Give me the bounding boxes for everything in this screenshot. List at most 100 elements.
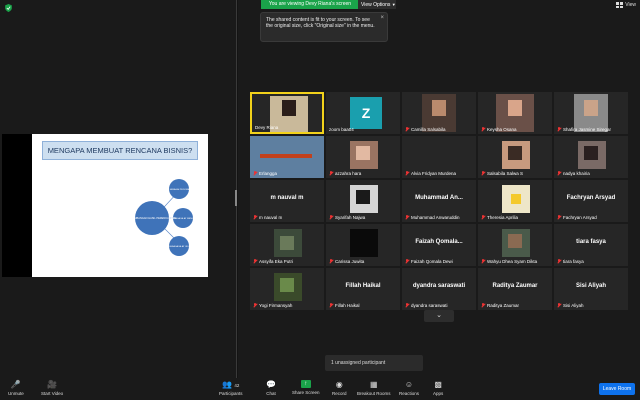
participant-tile[interactable]: Sisi Aliyah Sisi Aliyah xyxy=(554,268,628,310)
participant-avatar: Z xyxy=(350,97,382,129)
participant-gallery: Devy Riana Zzoom baa04 Camilla Salsabila Ke… xyxy=(250,92,628,310)
participant-tile[interactable]: Camilla Salsabila xyxy=(402,92,476,134)
participant-name: Muhammad Anwaruddin xyxy=(411,215,460,220)
participant-video xyxy=(356,146,370,160)
participant-display-name: Raditya Zaumar xyxy=(492,283,538,289)
participant-tile[interactable]: Fillah Haikal Fillah Haikal xyxy=(326,268,400,310)
participant-video xyxy=(432,100,446,116)
record-button[interactable]: ◉ Record xyxy=(332,380,347,396)
view-button[interactable]: View xyxy=(616,2,636,8)
participant-tile[interactable]: Devy Riana xyxy=(250,92,324,134)
unassigned-participant-notice[interactable]: 1 unassigned participant xyxy=(325,355,423,371)
participant-tile[interactable]: Keysha Osana xyxy=(478,92,552,134)
participant-tile[interactable]: Zzoom baa04 xyxy=(326,92,400,134)
chat-icon: 💬 xyxy=(266,380,276,389)
participant-name-tag: Erlangga xyxy=(253,171,277,176)
participant-tile[interactable]: Yogi Firmansyah xyxy=(250,268,324,310)
mic-off-icon xyxy=(557,171,561,176)
participants-count: 42 xyxy=(234,383,240,388)
participant-video xyxy=(511,194,521,204)
participants-button[interactable]: 👥 42 Participants xyxy=(219,380,243,396)
participant-tile[interactable]: dyandra saraswati dyandra saraswati xyxy=(402,268,476,310)
participant-name-tag: Carissa Juwita xyxy=(329,259,364,264)
participant-video xyxy=(280,236,294,250)
participant-tile[interactable]: Wahyu Dhea Syam Dikta xyxy=(478,224,552,266)
participant-tile[interactable]: azzahra hara xyxy=(326,136,400,178)
participant-name-tag: Syarifah Najwa xyxy=(329,215,365,220)
mic-off-icon xyxy=(557,303,561,308)
view-options-label: View Options xyxy=(361,2,391,8)
participants-icon: 👥 xyxy=(222,380,233,389)
participant-tile[interactable]: Carissa Juwita xyxy=(326,224,400,266)
slide-diagram: 1. SUMBANGAN HASIL PERENCANAAN 2. SEBAGA… xyxy=(128,179,198,256)
mic-off-icon xyxy=(253,303,257,308)
participant-tile[interactable]: Alvia Fridyan Murdena xyxy=(402,136,476,178)
participant-name-tag: Muhammad Anwaruddin xyxy=(405,215,460,220)
participant-name: m nauval m xyxy=(259,215,283,220)
participant-tile[interactable]: m nauval m m nauval m xyxy=(250,180,324,222)
participant-tile[interactable]: tiara fasya tiara fasya xyxy=(554,224,628,266)
apps-icon: ▩ xyxy=(434,380,442,389)
participant-tile[interactable]: Shafira Jasmine Siregar xyxy=(554,92,628,134)
participant-tile[interactable]: Theresia Aprilia xyxy=(478,180,552,222)
grid-icon xyxy=(616,2,624,8)
mic-off-icon xyxy=(329,171,333,176)
participant-video xyxy=(584,146,598,160)
chat-label: Chat xyxy=(266,391,276,396)
participant-video xyxy=(584,100,598,116)
participant-name-tag: Shafira Jasmine Siregar xyxy=(557,127,611,132)
reactions-button[interactable]: ☺ Reactions xyxy=(399,380,419,396)
participant-display-name: Fillah Haikal xyxy=(345,283,381,289)
participant-name-tag: Theresia Aprilia xyxy=(481,215,518,220)
apps-button[interactable]: ▩ Apps xyxy=(433,380,443,396)
leave-room-button[interactable]: Leave Room xyxy=(599,383,635,395)
pane-divider[interactable] xyxy=(236,0,238,378)
split-handle[interactable] xyxy=(235,190,237,206)
mic-off-icon xyxy=(329,303,333,308)
participant-name-tag: zoom baa04 xyxy=(329,127,354,132)
participant-tile[interactable]: Muhammad An... Muhammad Anwaruddin xyxy=(402,180,476,222)
participant-name: Yogi Firmansyah xyxy=(259,303,293,308)
participant-video xyxy=(282,100,296,116)
participant-video xyxy=(280,278,294,292)
participant-name: zoom baa04 xyxy=(329,127,354,132)
participant-name: Alvia Fridyan Murdena xyxy=(411,171,457,176)
participant-name: Keysha Osana xyxy=(487,127,517,132)
mic-off-icon xyxy=(481,171,485,176)
viewing-banner: You are viewing Devy Riana's screen xyxy=(261,0,359,9)
participant-tile[interactable]: Salsabila Salwa S xyxy=(478,136,552,178)
participants-label: Participants xyxy=(219,391,243,396)
mic-off-icon xyxy=(405,215,409,220)
start-video-button[interactable]: 🎥 Start Video xyxy=(41,380,63,396)
security-shield-icon[interactable] xyxy=(5,4,12,12)
participant-tile[interactable]: nadya khairia xyxy=(554,136,628,178)
mic-off-icon xyxy=(405,127,409,132)
chevron-down-icon: ⌄ xyxy=(436,312,442,319)
scroll-down-button[interactable]: ⌄ xyxy=(424,310,454,322)
mic-off-icon: 🎤 xyxy=(10,380,21,389)
participant-name: tiara fasya xyxy=(563,259,584,264)
start-video-label: Start Video xyxy=(41,391,64,396)
participant-name: Wahyu Dhea Syam Dikta xyxy=(487,259,538,264)
share-screen-button[interactable]: ↑ Share Screen xyxy=(292,380,320,395)
participant-name: Syarifah Najwa xyxy=(335,215,366,220)
participant-tile[interactable]: Syarifah Najwa xyxy=(326,180,400,222)
unmute-button[interactable]: 🎤 Unmute xyxy=(8,380,24,396)
participant-name-tag: Keysha Osana xyxy=(481,127,517,132)
participant-tile[interactable]: Assyifa Eka Putri xyxy=(250,224,324,266)
participant-name: Fachryan Arsyad xyxy=(563,215,597,220)
breakout-rooms-button[interactable]: ▦ Breakout Rooms xyxy=(357,380,391,396)
participant-name: Faizah Qomala Dewi xyxy=(411,259,453,264)
participant-tile[interactable]: Faizah Qomala... Faizah Qomala Dewi xyxy=(402,224,476,266)
breakout-rooms-icon: ▦ xyxy=(369,380,378,389)
participant-tile[interactable]: Raditya Zaumar Raditya Zaumar xyxy=(478,268,552,310)
chat-button[interactable]: 💬 Chat xyxy=(266,380,276,396)
participant-tile[interactable]: Erlangga xyxy=(250,136,324,178)
participant-name: Salsabila Salwa S xyxy=(487,171,524,176)
bottom-toolbar: 🎤 Unmute 🎥 Start Video 👥 42 Participants… xyxy=(0,378,640,400)
mic-off-icon xyxy=(557,259,561,264)
close-icon[interactable]: × xyxy=(380,15,384,21)
participant-tile[interactable]: Fachryan Arsyad Fachryan Arsyad xyxy=(554,180,628,222)
slide-node1-label: 2. SEBAGAI PEDOMAN xyxy=(167,188,191,191)
view-options-button[interactable]: View Options ▼ xyxy=(358,0,396,9)
